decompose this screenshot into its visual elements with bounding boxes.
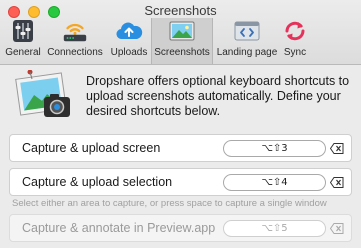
- window-title: Screenshots: [144, 3, 217, 18]
- screenshot-camera-icon: [10, 69, 74, 124]
- tab-label: Connections: [47, 47, 103, 58]
- info-text: Dropshare offers optional keyboard short…: [86, 74, 350, 118]
- landscape-picture-icon: [168, 18, 196, 44]
- tab-label: Sync: [283, 47, 307, 58]
- sync-arrows-icon: [281, 18, 309, 44]
- tab-label: Landing page: [216, 47, 278, 58]
- tab-general[interactable]: General: [4, 18, 42, 64]
- shortcut-label: Capture & annotate in Preview.app: [22, 221, 216, 235]
- tab-uploads[interactable]: Uploads: [108, 18, 150, 64]
- info-section: Dropshare offers optional keyboard short…: [8, 69, 353, 125]
- code-window-icon: [233, 18, 261, 44]
- shortcut-row-upload-selection: Capture & upload selection ⌥⇧4: [9, 168, 352, 196]
- tab-sync[interactable]: Sync: [280, 18, 310, 64]
- shortcut-label: Capture & upload screen: [22, 141, 161, 155]
- shortcut-row-upload-screen: Capture & upload screen ⌥⇧3: [9, 134, 352, 162]
- tab-label: Screenshots: [154, 47, 210, 58]
- tab-landing-page[interactable]: Landing page: [215, 18, 279, 64]
- shortcut-recorder-field[interactable]: ⌥⇧5: [223, 220, 326, 237]
- sliders-icon: [9, 18, 37, 44]
- tab-label: Uploads: [110, 47, 148, 58]
- clear-shortcut-icon[interactable]: [330, 222, 344, 235]
- shortcut-row-annotate: Capture & annotate in Preview.app ⌥⇧5: [9, 214, 352, 242]
- selection-hint-text: Select either an area to capture, or pre…: [12, 198, 327, 209]
- shortcut-label: Capture & upload selection: [22, 175, 173, 189]
- cloud-upload-icon: [115, 18, 143, 44]
- tab-connections[interactable]: Connections: [44, 18, 106, 64]
- wifi-router-icon: [61, 18, 89, 44]
- window-toolbar: Screenshots General Connections Uploads …: [0, 0, 361, 65]
- tab-label: General: [5, 47, 41, 58]
- shortcut-recorder-field[interactable]: ⌥⇧3: [223, 140, 326, 157]
- clear-shortcut-icon[interactable]: [330, 176, 344, 189]
- clear-shortcut-icon[interactable]: [330, 142, 344, 155]
- tab-screenshots[interactable]: Screenshots: [151, 18, 213, 64]
- shortcut-recorder-field[interactable]: ⌥⇧4: [223, 174, 326, 191]
